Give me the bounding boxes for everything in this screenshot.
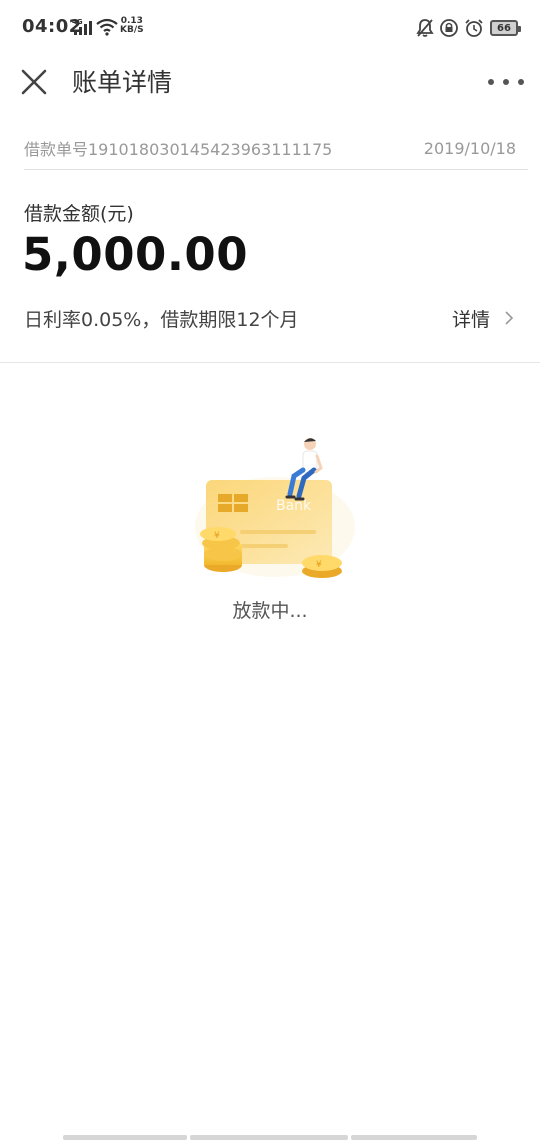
notifications-muted-icon [416, 19, 434, 37]
battery-icon: 66 [490, 20, 521, 36]
disbursing-status-text: 放款中... [232, 600, 308, 622]
nav-indicator-segment [63, 1135, 187, 1140]
more-dot-icon [503, 79, 509, 85]
chevron-right-icon [505, 311, 514, 325]
order-info-row: 借款单号191018030145423963111175 2019/10/18 [24, 128, 516, 168]
bill-detail-screen: 04:02 4G 0.13 KB/S 66 账单详情 借款单号191018030… [0, 0, 540, 1140]
alarm-icon [465, 19, 483, 37]
bank-card-illustration: Bank ¥ ¥ [195, 438, 355, 578]
page-title: 账单详情 [72, 68, 173, 97]
status-icons-right: 66 [416, 17, 521, 39]
divider [24, 169, 528, 170]
lock-rotation-icon [440, 19, 458, 37]
order-number: 借款单号191018030145423963111175 [24, 140, 333, 159]
more-options-button[interactable] [488, 68, 524, 96]
close-icon [21, 69, 47, 95]
section-divider [0, 362, 540, 363]
details-link[interactable]: 详情 [452, 305, 514, 332]
rate-term-text: 日利率0.05%，借款期限12个月 [24, 308, 299, 331]
app-header: 账单详情 [0, 56, 540, 110]
amount-value: 5,000.00 [22, 228, 249, 281]
svg-text:Bank: Bank [276, 498, 312, 514]
nav-indicator-segment [190, 1135, 348, 1140]
more-dot-icon [518, 79, 524, 85]
speed-unit: KB/S [120, 25, 144, 35]
system-nav-indicator [63, 1135, 477, 1140]
status-bar: 04:02 4G 0.13 KB/S 66 [0, 0, 540, 56]
svg-text:¥: ¥ [316, 560, 322, 570]
order-date: 2019/10/18 [423, 138, 516, 158]
loan-disbursing-illustration: Bank ¥ ¥ [190, 432, 360, 582]
wifi-icon [96, 18, 118, 40]
network-speed: 0.13 KB/S [120, 17, 144, 35]
cellular-signal-icon: 4G [72, 17, 94, 37]
battery-level: 66 [497, 22, 511, 34]
more-dot-icon [488, 79, 494, 85]
nav-indicator-segment [351, 1135, 477, 1140]
svg-text:¥: ¥ [214, 531, 220, 541]
close-button[interactable] [18, 66, 50, 98]
amount-label: 借款金额(元) [24, 203, 134, 225]
details-label: 详情 [451, 308, 490, 331]
svg-text:4G: 4G [72, 18, 83, 26]
rate-row: 日利率0.05%，借款期限12个月 详情 [24, 300, 514, 336]
